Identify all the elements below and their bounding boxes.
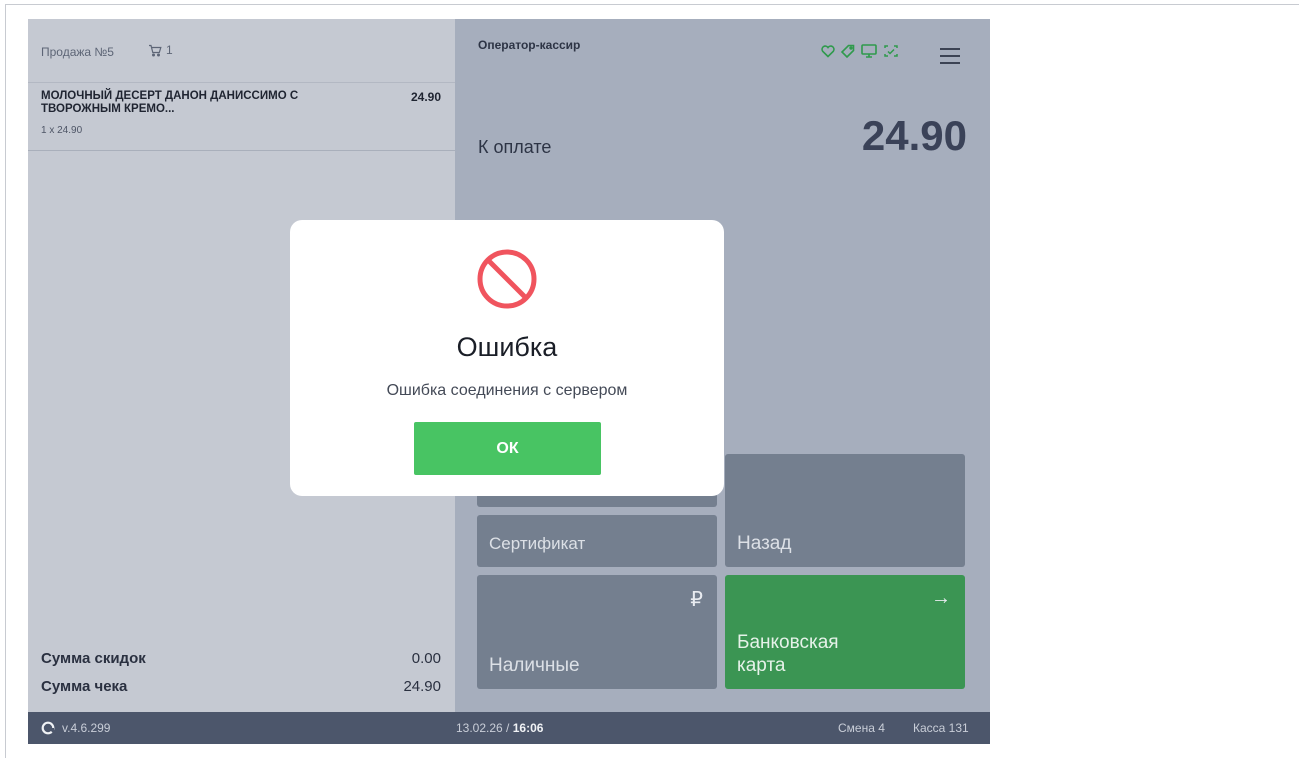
register-number: Касса 131 [913, 721, 969, 735]
cart-icon [149, 44, 162, 57]
app-logo-icon [41, 721, 55, 735]
item-price: 24.90 [410, 90, 441, 104]
back-button[interactable]: Назад [725, 454, 965, 567]
amount-due-value: 24.90 [861, 112, 967, 159]
heart-icon[interactable] [820, 43, 836, 59]
error-message: Ошибка соединения с сервером [386, 382, 628, 399]
date: 13.02.26 [456, 721, 503, 735]
discount-value: 0.00 [411, 650, 441, 667]
arrow-right-icon: → [931, 587, 951, 609]
cash-button-label: Наличные [489, 655, 580, 676]
app-version: v.4.6.299 [62, 721, 111, 735]
cash-button[interactable]: ₽ Наличные [477, 575, 717, 689]
operator-role: Оператор-кассир [478, 38, 581, 52]
tag-icon[interactable] [840, 43, 856, 59]
cart-count: 1 [166, 43, 173, 57]
bank-card-button-label: Банковская карта [737, 632, 839, 676]
amount-due-label: К оплате [478, 137, 552, 157]
sale-title: Продажа №5 [41, 45, 114, 59]
prohibited-icon [477, 249, 537, 309]
discount-label: Сумма скидок [41, 650, 146, 667]
cart-counter[interactable]: 1 [148, 43, 173, 57]
item-qty: 1 x 24.90 [41, 125, 83, 136]
ruble-icon: ₽ [690, 589, 703, 611]
header-icons [820, 43, 900, 59]
monitor-icon[interactable] [860, 43, 878, 59]
date-time: 13.02.26 / 16:06 [456, 721, 543, 735]
certificate-button[interactable]: Сертификат [477, 515, 717, 567]
bank-card-button[interactable]: → Банковская карта [725, 575, 965, 689]
sale-header: Продажа №5 1 [28, 19, 455, 83]
error-title: Ошибка [456, 332, 558, 362]
back-button-label: Назад [737, 533, 792, 554]
time: 16:06 [512, 721, 544, 735]
item-name: МОЛОЧНЫЙ ДЕСЕРТ ДАНОН ДАНИССИМО С ТВОРОЖ… [41, 90, 299, 115]
status-bar: v.4.6.299 13.02.26 / 16:06 Смена 4 Касса… [28, 712, 990, 744]
receipt-total-row: Сумма чека 24.90 [41, 678, 441, 695]
ok-button[interactable]: ОК [414, 422, 601, 475]
certificate-button-label: Сертификат [489, 534, 586, 553]
receipt-total-label: Сумма чека [41, 678, 128, 695]
receipt-total-value: 24.90 [403, 678, 441, 695]
shift-number: Смена 4 [838, 721, 885, 735]
menu-icon[interactable] [939, 47, 961, 65]
date-time-separator: / [502, 721, 513, 735]
checklist-icon[interactable] [882, 43, 900, 59]
error-dialog: Ошибка Ошибка соединения с сервером ОК [290, 220, 724, 496]
discount-total-row: Сумма скидок 0.00 [41, 650, 441, 667]
receipt-item[interactable]: МОЛОЧНЫЙ ДЕСЕРТ ДАНОН ДАНИССИМО С ТВОРОЖ… [28, 83, 455, 151]
